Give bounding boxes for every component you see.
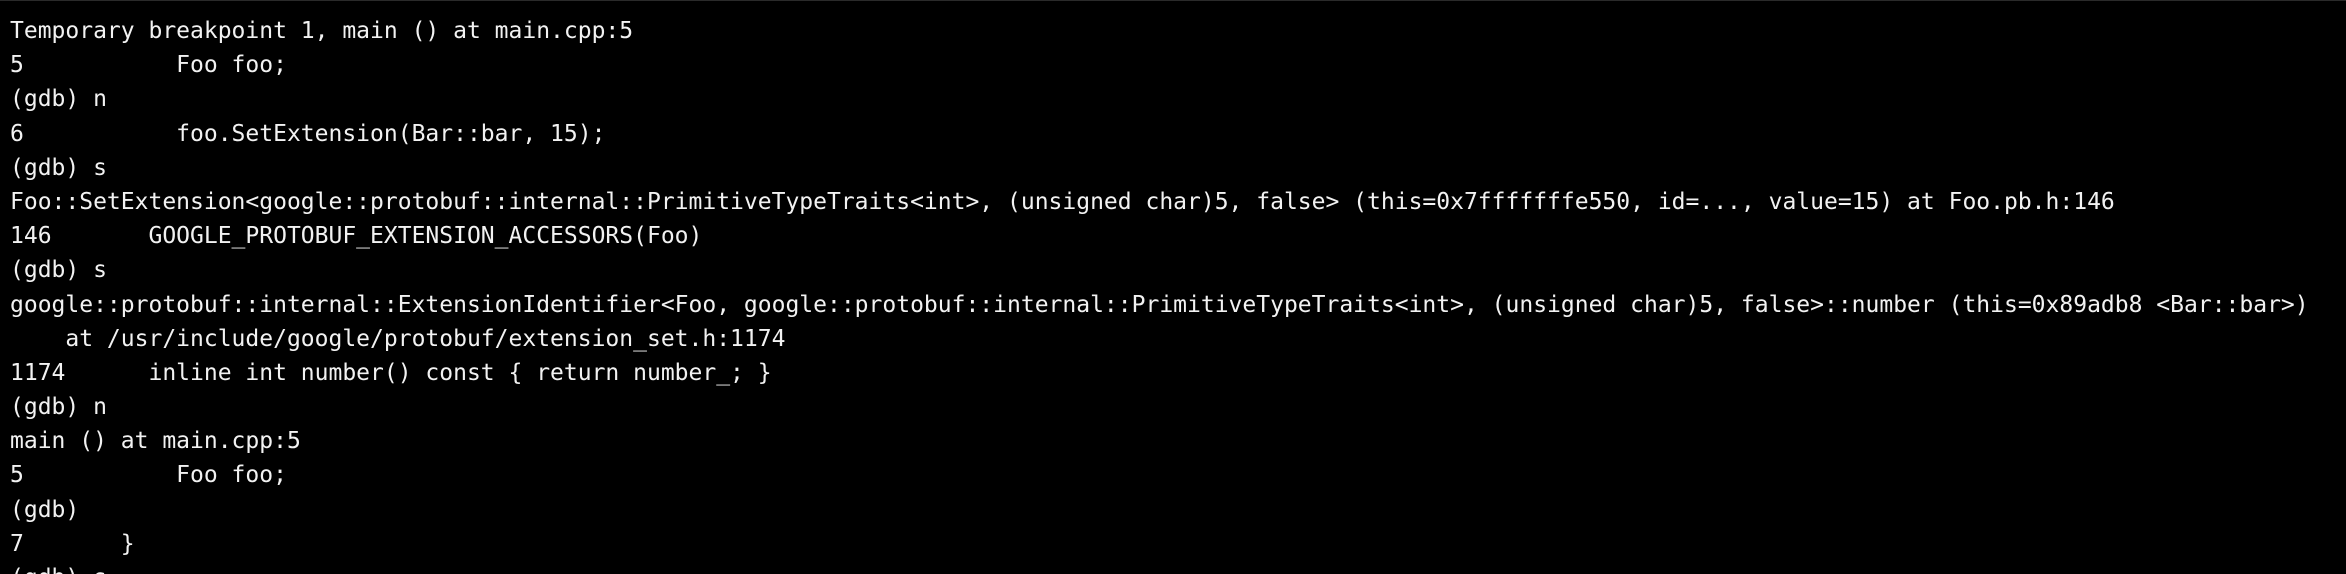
terminal-line-command: (gdb) s	[10, 561, 2346, 574]
terminal-output: Temporary breakpoint 1, main () at main.…	[10, 14, 2346, 574]
terminal-line-breakpoint: Temporary breakpoint 1, main () at main.…	[10, 18, 634, 44]
terminal-line-command: (gdb) n	[10, 86, 107, 113]
terminal-line-frame-location: at /usr/include/google/protobuf/extensio…	[10, 325, 786, 352]
terminal-line-source: 5 Foo foo;	[10, 52, 287, 79]
terminal-line-command: (gdb) s	[10, 154, 107, 181]
terminal-line-prompt: (gdb)	[10, 496, 80, 523]
terminal-line-source: 6 foo.SetExtension(Bar::bar, 15);	[10, 120, 606, 147]
terminal-window[interactable]: Temporary breakpoint 1, main () at main.…	[0, 0, 2346, 574]
terminal-line-source: 1174 inline int number() const { return …	[10, 359, 772, 386]
terminal-line-command: (gdb) n	[10, 394, 107, 421]
terminal-line-source: 5 Foo foo;	[10, 462, 287, 489]
terminal-line-command: (gdb) s	[10, 257, 107, 284]
terminal-line-frame: main () at main.cpp:5	[10, 428, 301, 455]
terminal-line-frame: Foo::SetExtension<google::protobuf::inte…	[10, 188, 2115, 215]
terminal-line-source: 146 GOOGLE_PROTOBUF_EXTENSION_ACCESSORS(…	[10, 223, 703, 250]
terminal-line-frame: google::protobuf::internal::ExtensionIde…	[10, 291, 2309, 318]
terminal-line-source: 7 }	[10, 530, 135, 557]
